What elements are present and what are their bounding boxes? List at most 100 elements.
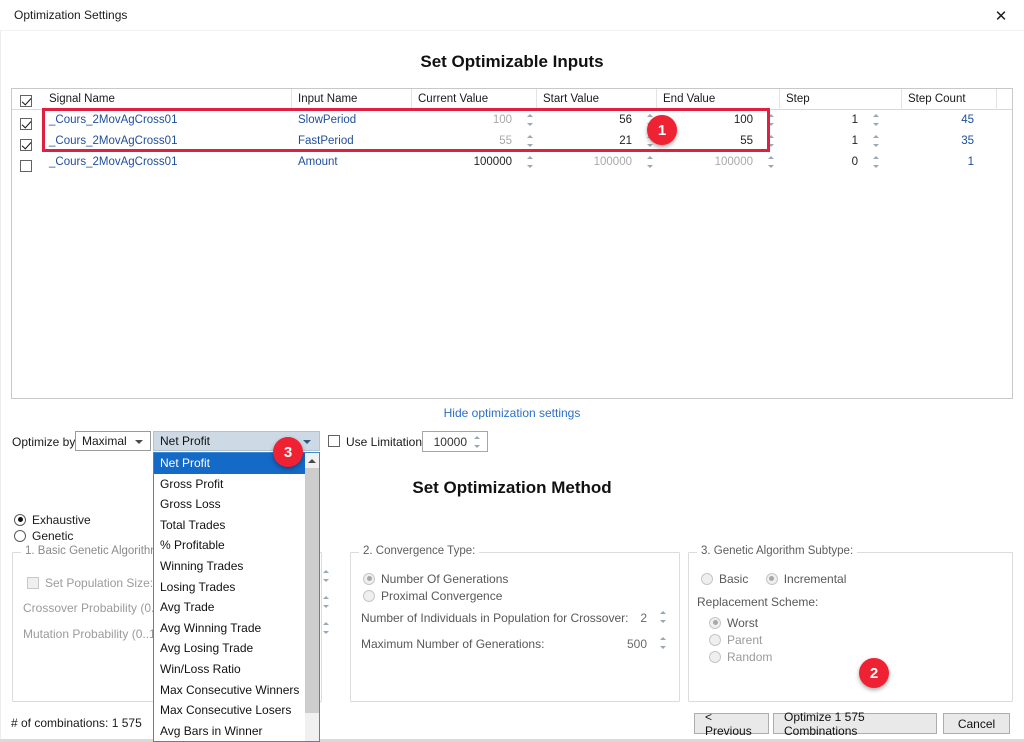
step-stepper[interactable] (864, 152, 888, 173)
combinations-count: # of combinations: 1 575 (11, 716, 142, 730)
cell-signal-name: _Cours_2MovAgCross01 (49, 156, 178, 168)
column-header-current-value[interactable]: Current Value (412, 89, 537, 110)
radio-number-of-generations-dot (363, 572, 375, 585)
table-row[interactable]: _Cours_2MovAgCross01 FastPeriod 55 21 55… (12, 131, 1012, 152)
header-select-all-checkbox[interactable] (20, 93, 32, 107)
cell-step: 1 (851, 135, 858, 147)
column-header-end-value[interactable]: End Value (657, 89, 780, 110)
cell-step-count: 1 (967, 156, 974, 168)
use-limitation-label: Use Limitation (346, 435, 423, 449)
dropdown-option-gross-profit[interactable]: Gross Profit (154, 474, 319, 495)
optimize-by-label: Optimize by: (12, 435, 79, 449)
group3-legend: 3. Genetic Algorithm Subtype: (697, 545, 858, 557)
use-limitation-checkbox[interactable] (328, 435, 340, 447)
set-population-size-checkbox[interactable] (27, 576, 39, 589)
cell-step: 1 (851, 114, 858, 126)
dropdown-option-gross-loss[interactable]: Gross Loss (154, 494, 319, 515)
use-limitation-stepper[interactable] (474, 434, 483, 450)
column-header-step[interactable]: Step (780, 89, 902, 110)
radio-replacement-parent[interactable]: Parent (709, 632, 762, 647)
dropdown-option-avg-losing-trade[interactable]: Avg Losing Trade (154, 638, 319, 659)
table-row[interactable]: _Cours_2MovAgCross01 Amount 100000 10000… (12, 152, 1012, 173)
radio-replacement-worst-label: Worst (727, 615, 759, 630)
radio-genetic-label: Genetic (32, 528, 74, 543)
radio-genetic-dot (14, 529, 26, 542)
title-bar: Optimization Settings ✕ (0, 0, 1024, 31)
column-header-input-name[interactable]: Input Name (292, 89, 412, 110)
cell-signal-name: _Cours_2MovAgCross01 (49, 114, 178, 126)
step-stepper[interactable] (864, 110, 888, 131)
dropdown-option-win-loss-ratio[interactable]: Win/Loss Ratio (154, 659, 319, 680)
cell-current-value: 100000 (473, 156, 512, 168)
optimize-direction-select[interactable]: Maximal (75, 431, 151, 451)
radio-replacement-random-dot (709, 650, 721, 663)
radio-basic[interactable]: Basic (701, 571, 748, 586)
radio-exhaustive[interactable]: Exhaustive (14, 512, 91, 527)
window-title: Optimization Settings (14, 8, 128, 22)
radio-genetic[interactable]: Genetic (14, 528, 73, 543)
dropdown-option-losing-trades[interactable]: Losing Trades (154, 577, 319, 598)
radio-proximal-convergence[interactable]: Proximal Convergence (363, 588, 502, 603)
scrollbar-thumb[interactable] (305, 468, 319, 713)
dropdown-option-max-consecutive-losers[interactable]: Max Consecutive Losers (154, 700, 319, 721)
step-stepper[interactable] (864, 131, 888, 152)
cell-start-value: 100000 (593, 156, 632, 168)
window-left-border (0, 31, 1, 742)
optimize-criterion-value: Net Profit (160, 434, 211, 448)
use-limitation-input[interactable]: 10000 (422, 431, 488, 452)
radio-replacement-random-label: Random (727, 649, 773, 664)
optimize-button[interactable]: Optimize 1 575 Combinations (773, 710, 937, 738)
cell-step-count: 35 (961, 135, 974, 147)
column-header-signal-name[interactable]: Signal Name (43, 89, 292, 110)
individuals-crossover-stepper[interactable] (657, 609, 669, 625)
radio-incremental-label: Incremental (783, 571, 847, 586)
table-row[interactable]: _Cours_2MovAgCross01 SlowPeriod 100 56 1… (12, 110, 1012, 131)
cell-current-value: 55 (499, 135, 512, 147)
dropdown-scrollbar[interactable] (305, 453, 319, 741)
dropdown-option-avg-bars-in-winner[interactable]: Avg Bars in Winner (154, 721, 319, 741)
radio-basic-label: Basic (719, 571, 749, 586)
radio-replacement-parent-dot (709, 633, 721, 646)
dropdown-option-avg-trade[interactable]: Avg Trade (154, 597, 319, 618)
optimize-direction-value: Maximal (82, 434, 127, 448)
radio-incremental[interactable]: Incremental (765, 571, 847, 586)
set-population-size-row[interactable]: Set Population Size:i (27, 575, 170, 590)
max-generations-value: 500 (626, 637, 647, 651)
hide-optimization-settings-link[interactable]: Hide optimization settings (0, 406, 1024, 420)
optimizable-inputs-table[interactable]: Signal Name Input Name Current Value Sta… (11, 88, 1013, 399)
dropdown-option-percent-profitable[interactable]: % Profitable (154, 535, 319, 556)
use-limitation-value: 10000 (433, 435, 467, 449)
cancel-button[interactable]: Cancel (943, 713, 1010, 734)
close-icon[interactable]: ✕ (978, 0, 1024, 31)
annotation-badge-1: 1 (647, 115, 677, 145)
annotation-badge-3: 3 (273, 437, 303, 467)
cell-step: 0 (851, 156, 858, 168)
individuals-crossover-value: 2 (640, 611, 647, 625)
radio-number-of-generations[interactable]: Number Of Generations (363, 571, 508, 586)
max-generations-label: Maximum Number of Generations: (361, 637, 545, 651)
column-header-start-value[interactable]: Start Value (537, 89, 657, 110)
max-generations-stepper[interactable] (657, 635, 669, 651)
dropdown-option-max-consecutive-winners[interactable]: Max Consecutive Winners (154, 680, 319, 701)
cell-end-value: 100000 (714, 156, 753, 168)
optimize-criterion-dropdown-list[interactable]: Net Profit Gross Profit Gross Loss Total… (153, 452, 320, 742)
group-convergence-type: 2. Convergence Type: Number Of Generatio… (350, 545, 680, 702)
row-checkbox[interactable] (20, 156, 32, 177)
table-header-row: Signal Name Input Name Current Value Sta… (12, 89, 1012, 110)
column-header-step-count[interactable]: Step Count (902, 89, 997, 110)
radio-replacement-worst[interactable]: Worst (709, 615, 758, 630)
dropdown-option-total-trades[interactable]: Total Trades (154, 515, 319, 536)
previous-button[interactable]: < Previous (694, 710, 769, 738)
radio-replacement-worst-dot (709, 616, 721, 629)
radio-replacement-random[interactable]: Random (709, 649, 772, 664)
page-title-inputs: Set Optimizable Inputs (420, 52, 604, 71)
scroll-up-icon[interactable] (305, 453, 319, 468)
dropdown-option-winning-trades[interactable]: Winning Trades (154, 556, 319, 577)
subtype-radio-row: Basic Incremental (701, 571, 860, 586)
radio-proximal-convergence-label: Proximal Convergence (381, 588, 503, 603)
cell-signal-name: _Cours_2MovAgCross01 (49, 135, 178, 147)
dropdown-option-avg-winning-trade[interactable]: Avg Winning Trade (154, 618, 319, 639)
radio-exhaustive-dot (14, 513, 26, 526)
cell-input-name: SlowPeriod (298, 114, 357, 126)
radio-incremental-dot (765, 572, 778, 585)
